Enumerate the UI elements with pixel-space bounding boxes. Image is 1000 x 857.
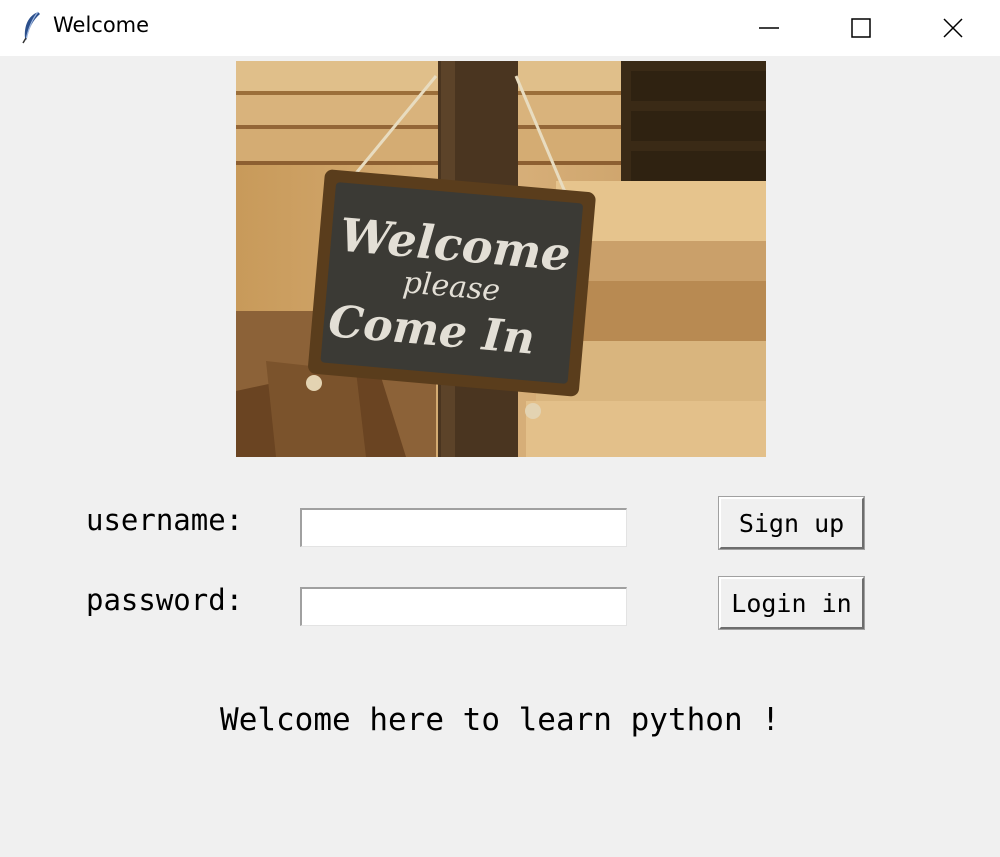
maximize-button[interactable] — [815, 0, 907, 56]
login-button[interactable]: Login in — [718, 576, 865, 630]
feather-icon — [22, 11, 40, 44]
minimize-button[interactable] — [723, 0, 815, 56]
close-button[interactable] — [907, 0, 999, 56]
welcome-sign-image: Welcome please Come In — [236, 61, 766, 457]
minimize-icon — [759, 27, 779, 29]
maximize-icon — [851, 18, 871, 38]
welcome-message: Welcome here to learn python ! — [220, 702, 780, 738]
title-bar[interactable]: Welcome — [0, 0, 1000, 56]
window-title: Welcome — [53, 13, 150, 37]
username-input[interactable] — [300, 508, 627, 547]
sign-up-button[interactable]: Sign up — [718, 496, 865, 550]
password-input[interactable] — [300, 587, 627, 626]
app-window: Welcome Welcome please Come In username:… — [0, 0, 1000, 857]
password-label: password: — [86, 583, 244, 617]
close-icon — [943, 18, 963, 38]
username-label: username: — [86, 503, 244, 537]
